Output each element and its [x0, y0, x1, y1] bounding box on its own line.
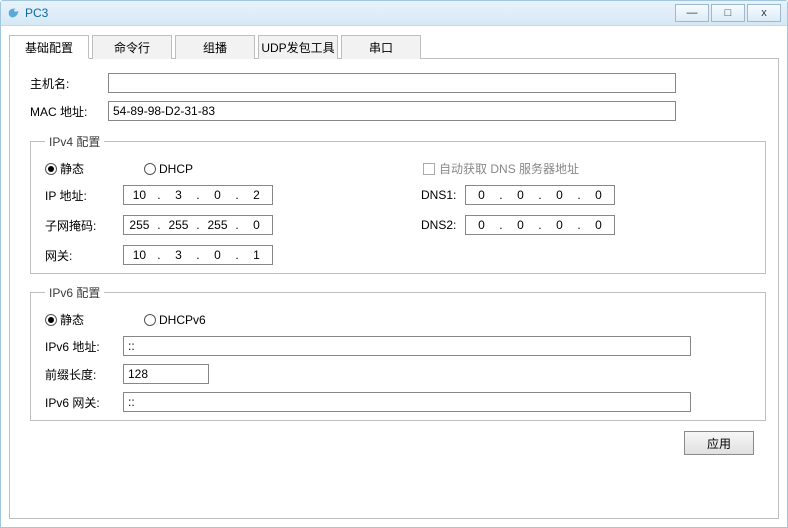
- hostname-input[interactable]: [108, 73, 676, 93]
- ipv6-dhcp-radio[interactable]: DHCPv6: [144, 313, 206, 327]
- checkbox-icon: [423, 163, 435, 175]
- ipv6-gateway-input[interactable]: [123, 392, 691, 412]
- ipv4-static-label: 静态: [60, 160, 84, 177]
- prefix-length-label: 前缀长度:: [45, 366, 123, 383]
- ip-address-input[interactable]: 10. 3. 0. 2: [123, 185, 273, 205]
- minimize-button[interactable]: —: [675, 4, 709, 22]
- dns1-input[interactable]: 0. 0. 0. 0: [465, 185, 615, 205]
- radio-icon: [45, 314, 57, 326]
- window-title: PC3: [25, 6, 48, 20]
- dns2-input[interactable]: 0. 0. 0. 0: [465, 215, 615, 235]
- ipv6-gateway-label: IPv6 网关:: [45, 394, 123, 411]
- subnet-mask-label: 子网掩码:: [45, 217, 123, 234]
- mac-input[interactable]: [108, 101, 676, 121]
- ipv4-dhcp-radio[interactable]: DHCP: [144, 162, 193, 176]
- ipv6-static-radio[interactable]: 静态: [45, 311, 84, 328]
- ipv6-static-label: 静态: [60, 311, 84, 328]
- radio-icon: [144, 314, 156, 326]
- dns1-label: DNS1:: [421, 188, 465, 202]
- hostname-label: 主机名:: [30, 75, 108, 92]
- app-icon: [7, 6, 21, 20]
- gateway-label: 网关:: [45, 247, 123, 264]
- tab-cli[interactable]: 命令行: [92, 35, 172, 59]
- gateway-input[interactable]: 10. 3. 0. 1: [123, 245, 273, 265]
- radio-icon: [45, 163, 57, 175]
- ipv6-address-input[interactable]: [123, 336, 691, 356]
- ipv4-dhcp-label: DHCP: [159, 162, 193, 176]
- tab-serial[interactable]: 串口: [341, 35, 421, 59]
- tab-strip: 基础配置 命令行 组播 UDP发包工具 串口: [9, 34, 779, 59]
- maximize-button[interactable]: □: [711, 4, 745, 22]
- tab-multicast[interactable]: 组播: [175, 35, 255, 59]
- radio-icon: [144, 163, 156, 175]
- ipv4-fieldset: IPv4 配置 静态 DHCP 自动获取 DNS 服务器地址: [30, 133, 766, 274]
- close-button[interactable]: x: [747, 4, 781, 22]
- tab-udp-tool[interactable]: UDP发包工具: [258, 35, 338, 59]
- ipv6-address-label: IPv6 地址:: [45, 338, 123, 355]
- ipv6-fieldset: IPv6 配置 静态 DHCPv6 IPv6 地址: 前缀长: [30, 284, 766, 421]
- title-bar: PC3 — □ x: [1, 1, 787, 26]
- mac-label: MAC 地址:: [30, 103, 108, 120]
- ipv4-static-radio[interactable]: 静态: [45, 160, 84, 177]
- apply-button[interactable]: 应用: [684, 431, 754, 455]
- tab-content: 主机名: MAC 地址: IPv4 配置 静态 DHCP: [9, 59, 779, 519]
- window-controls: — □ x: [673, 4, 781, 22]
- prefix-length-input[interactable]: [123, 364, 209, 384]
- auto-dns-checkbox[interactable]: 自动获取 DNS 服务器地址: [423, 160, 579, 177]
- dns2-label: DNS2:: [421, 218, 465, 232]
- tab-basic-config[interactable]: 基础配置: [9, 35, 89, 59]
- ipv6-legend: IPv6 配置: [45, 284, 104, 301]
- auto-dns-label: 自动获取 DNS 服务器地址: [439, 160, 579, 177]
- subnet-mask-input[interactable]: 255. 255. 255. 0: [123, 215, 273, 235]
- ip-address-label: IP 地址:: [45, 187, 123, 204]
- ipv4-legend: IPv4 配置: [45, 133, 104, 150]
- ipv6-dhcp-label: DHCPv6: [159, 313, 206, 327]
- client-area: 基础配置 命令行 组播 UDP发包工具 串口 主机名: MAC 地址: IPv4…: [1, 26, 787, 527]
